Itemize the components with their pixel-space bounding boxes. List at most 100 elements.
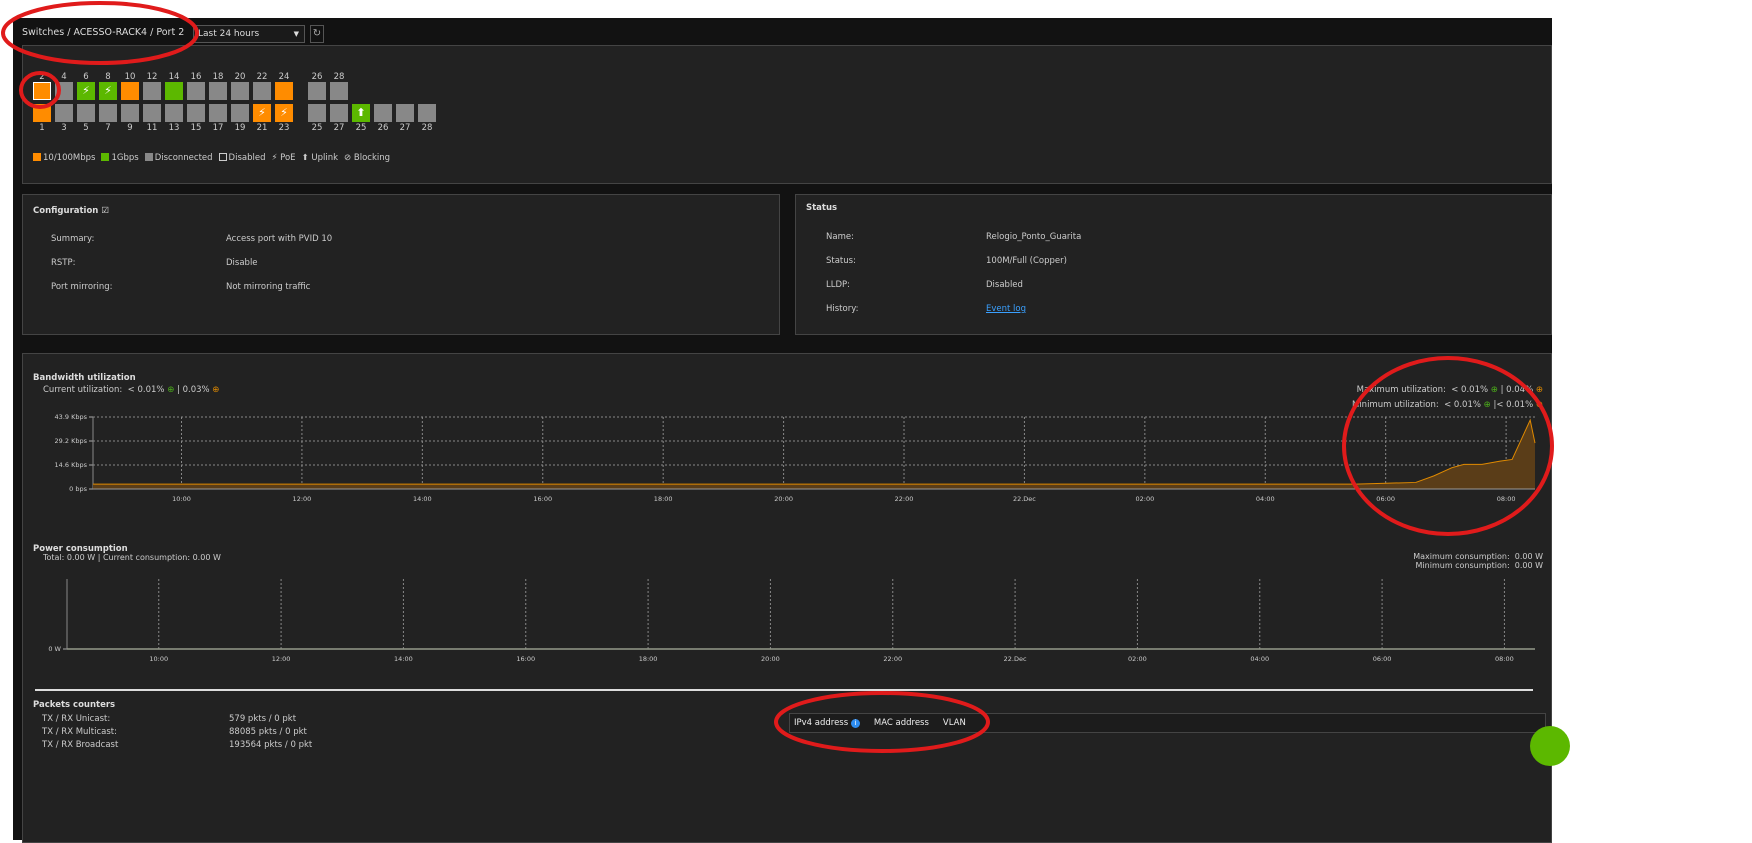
time-range-value: Last 24 hours: [198, 29, 260, 39]
port-number-label: 3: [61, 123, 67, 133]
port-number-label: 17: [212, 123, 224, 133]
port-number-label: 23: [278, 123, 290, 133]
row-value: 88085 pkts / 0 pkt: [229, 727, 307, 737]
col-vlan[interactable]: VLAN: [943, 718, 966, 728]
port-number-label: 20: [234, 72, 246, 82]
port-number-label: 13: [168, 123, 180, 133]
port-13[interactable]: [165, 104, 183, 122]
x-tick-label: 06:00: [1372, 655, 1392, 663]
x-tick-label: 20:00: [761, 655, 780, 663]
port-1[interactable]: [33, 104, 51, 122]
port-26[interactable]: [308, 82, 326, 100]
port-9[interactable]: [121, 104, 139, 122]
port-number-label: 4: [61, 72, 67, 82]
legend-icon: ⊘: [344, 153, 354, 163]
port-23[interactable]: ⚡: [275, 104, 293, 122]
row-value: Not mirroring traffic: [226, 282, 311, 292]
port-number-label: 16: [190, 72, 202, 82]
row-label: Name:: [826, 232, 854, 242]
port-8[interactable]: ⚡: [99, 82, 117, 100]
port-5[interactable]: [77, 104, 95, 122]
info-icon[interactable]: i: [850, 719, 860, 728]
x-tick-label: 10:00: [149, 655, 169, 663]
legend-label: PoE: [280, 153, 296, 163]
uplink-icon: ⬆: [356, 106, 366, 119]
port-21[interactable]: ⚡: [253, 104, 271, 122]
legend-label: Blocking: [353, 153, 391, 163]
port-number-label: 10: [124, 72, 136, 82]
port-number-label: 9: [127, 123, 133, 133]
port-11[interactable]: [143, 104, 161, 122]
x-tick-label: 16:00: [516, 655, 536, 663]
event-log-link[interactable]: Event log: [986, 304, 1026, 314]
time-range-select[interactable]: Last 24 hours ▼: [193, 25, 305, 43]
refresh-icon[interactable]: ↻: [310, 25, 324, 43]
chat-button[interactable]: [1530, 726, 1570, 766]
port-12[interactable]: [143, 82, 161, 100]
port-27[interactable]: [330, 104, 348, 122]
port-10[interactable]: [121, 82, 139, 100]
port-25[interactable]: [308, 104, 326, 122]
legend-item: 10/100Mbps: [33, 153, 95, 163]
legend-item: Disconnected: [144, 153, 213, 163]
legend-item: ⬆ Uplink: [302, 153, 338, 163]
col-mac[interactable]: MAC address: [874, 718, 929, 728]
port-number-label: 6: [83, 72, 89, 82]
legend-item: ⊘ Blocking: [344, 153, 390, 163]
legend-label: 10/100Mbps: [43, 153, 96, 163]
port-panel: 2 4 6 ⚡ 8 ⚡ 10 12 14 16 18 20 22 24 26 28 1 3 5 7 9 11 13 15 17 1…: [22, 45, 1552, 184]
legend-item: ⚡ PoE: [271, 153, 295, 163]
row-label: Summary:: [51, 234, 95, 244]
port-26[interactable]: [374, 104, 392, 122]
port-number-label: 26: [377, 123, 389, 133]
port-15[interactable]: [187, 104, 205, 122]
statistics-panel: Bandwidth utilization Current utilizatio…: [22, 353, 1552, 843]
port-legend: 10/100Mbps 1Gbps Disconnected Disabled ⚡ PoE…: [33, 153, 390, 163]
port-28[interactable]: [418, 104, 436, 122]
port-27[interactable]: [396, 104, 414, 122]
port-3[interactable]: [55, 104, 73, 122]
port-number-label: 15: [190, 123, 202, 133]
port-number-label: 28: [421, 123, 433, 133]
port-number-label: 24: [278, 72, 290, 82]
port-number-label: 1: [39, 123, 45, 133]
port-number-label: 28: [333, 72, 345, 82]
status-panel: Status Name: Relogio_Ponto_Guarita Status:…: [795, 194, 1552, 335]
legend-label: 1Gbps: [111, 153, 139, 163]
row-label: Status:: [826, 256, 856, 266]
port-24[interactable]: [275, 82, 293, 100]
port-19[interactable]: [231, 104, 249, 122]
port-17[interactable]: [209, 104, 227, 122]
port-25[interactable]: ⬆: [352, 104, 370, 122]
port-6[interactable]: ⚡: [77, 82, 95, 100]
port-14[interactable]: [165, 82, 183, 100]
port-18[interactable]: [209, 82, 227, 100]
port-20[interactable]: [231, 82, 249, 100]
x-tick-label: 08:00: [1495, 655, 1514, 663]
col-ipv4[interactable]: IPv4 address: [794, 718, 848, 728]
divider: [35, 689, 1533, 691]
port-4[interactable]: [55, 82, 73, 100]
row-value: 579 pkts / 0 pkt: [229, 714, 297, 724]
port-number-label: 8: [105, 72, 111, 82]
legend-item: Disabled: [218, 153, 265, 163]
poe-icon: ⚡: [82, 84, 90, 97]
port-number-label: 18: [212, 72, 224, 82]
port-number-label: 26: [311, 72, 323, 82]
port-28[interactable]: [330, 82, 348, 100]
port-22[interactable]: [253, 82, 271, 100]
x-tick-label: 18:00: [638, 655, 658, 663]
status-title: Status: [806, 203, 838, 213]
port-2[interactable]: [33, 82, 51, 100]
row-value: 100M/Full (Copper): [986, 256, 1067, 266]
breadcrumb[interactable]: Switches / ACESSO-RACK4 / Port 2: [22, 27, 184, 38]
row-label: LLDP:: [826, 280, 851, 290]
port-7[interactable]: [99, 104, 117, 122]
port-16[interactable]: [187, 82, 205, 100]
port-number-label: 27: [399, 123, 411, 133]
address-table-header: IPv4 address i MAC address VLAN: [789, 713, 1546, 733]
port-number-label: 7: [105, 123, 111, 133]
port-number-label: 11: [146, 123, 158, 133]
legend-icon: ⬆: [301, 153, 312, 163]
edit-icon[interactable]: ☑: [101, 206, 109, 216]
